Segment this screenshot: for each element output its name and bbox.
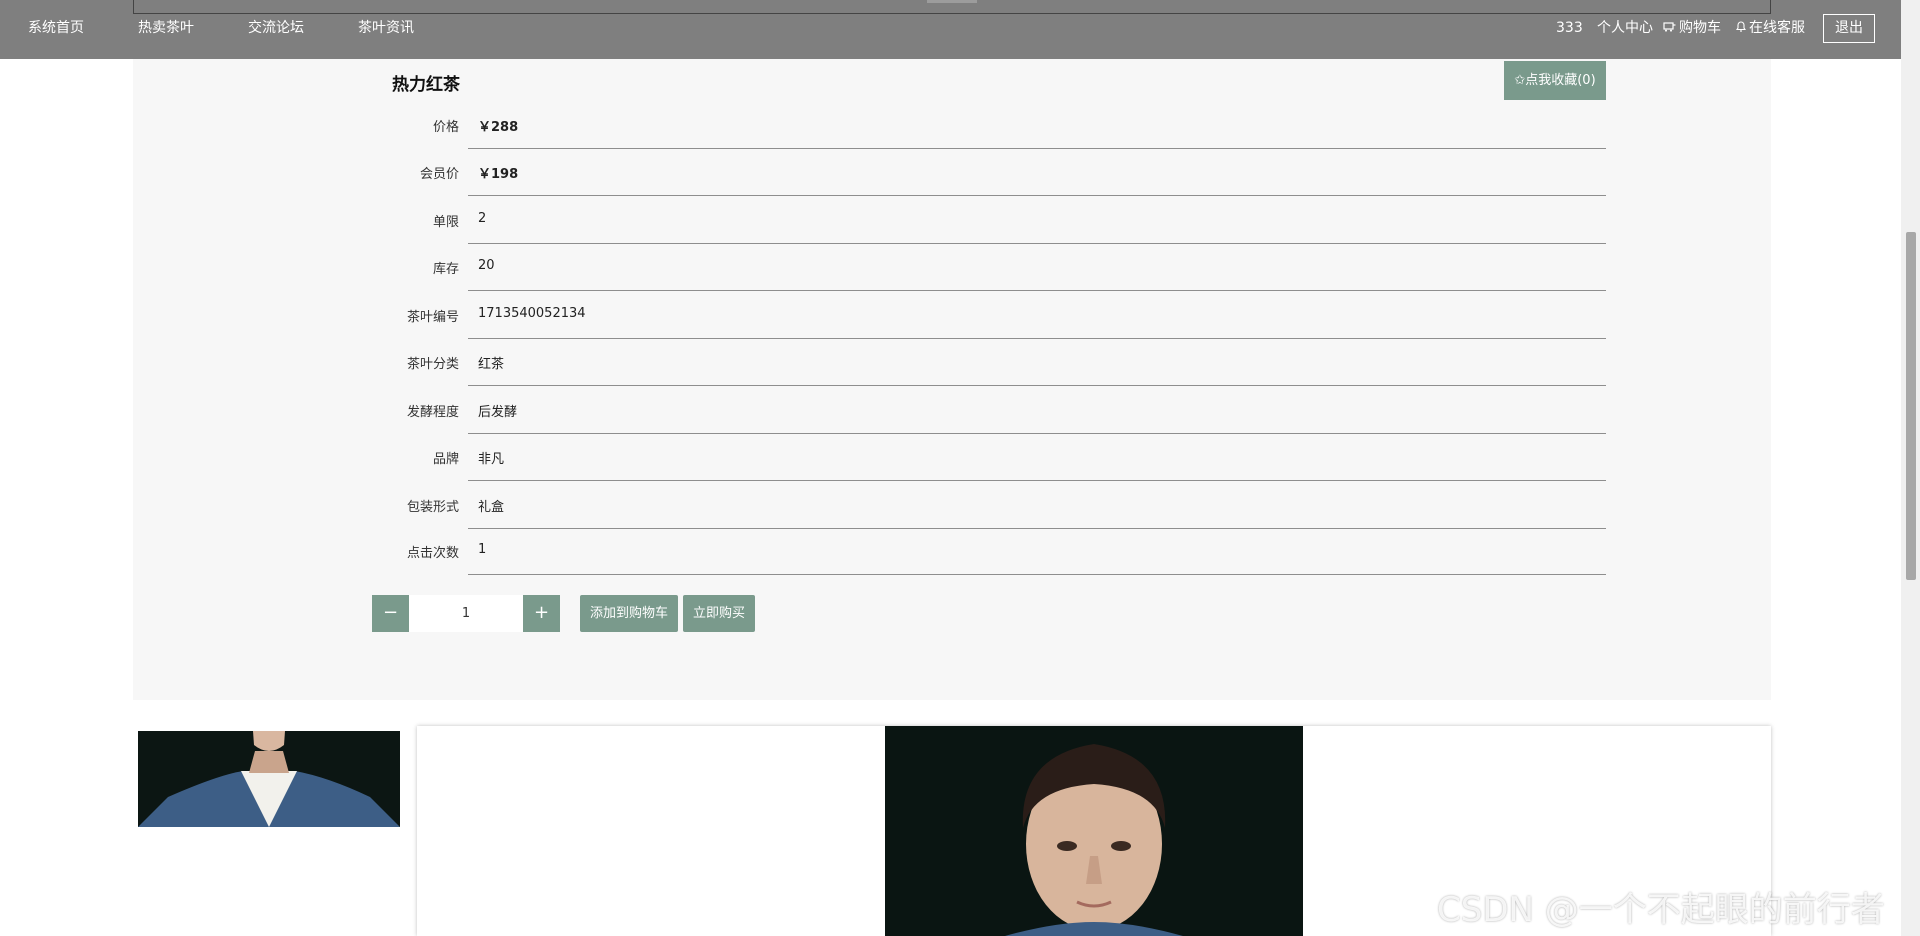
header-tab-marker [927, 0, 977, 3]
detail-label: 会员价 [419, 167, 459, 182]
scrollbar-thumb[interactable] [1906, 232, 1916, 580]
detail-value: 2 [478, 211, 487, 226]
watermark: CSDN @一个不起眼的前行者 [1437, 890, 1885, 930]
detail-row-fermentation: 发酵程度 后发酵 [380, 387, 1606, 434]
detail-row-limit: 单限 2 [380, 197, 1606, 244]
portrait-photo [885, 726, 1303, 936]
nav-home[interactable]: 系统首页 [28, 0, 84, 56]
row-divider [468, 195, 1606, 196]
nav-hot-tea[interactable]: 热卖茶叶 [138, 0, 194, 56]
detail-row-price: 价格 ￥288 [380, 102, 1606, 149]
favorite-button[interactable]: ✩点我收藏(0) [1504, 61, 1606, 100]
nav-service-label: 在线客服 [1749, 20, 1805, 36]
product-thumbnail[interactable] [138, 731, 400, 827]
detail-label: 包装形式 [406, 500, 459, 515]
page-scrollbar[interactable] [1901, 0, 1920, 936]
detail-label: 茶叶分类 [406, 357, 459, 372]
detail-value: 1 [478, 542, 487, 557]
quantity-input[interactable] [409, 595, 523, 632]
detail-label: 品牌 [432, 452, 459, 467]
username: 333 [1556, 20, 1583, 36]
row-divider [468, 290, 1606, 291]
quantity-increase-button[interactable]: + [523, 595, 560, 632]
detail-value: ￥198 [478, 167, 519, 182]
detail-row-packaging: 包装形式 礼盒 [380, 482, 1606, 529]
nav-tea-news[interactable]: 茶叶资讯 [358, 0, 414, 56]
row-divider [468, 385, 1606, 386]
detail-value: 后发酵 [478, 405, 518, 420]
detail-label: 库存 [432, 262, 459, 277]
logout-button[interactable]: 退出 [1823, 14, 1875, 43]
detail-label: 茶叶编号 [406, 310, 459, 325]
thumbnail-photo [138, 731, 400, 827]
detail-label: 发酵程度 [406, 405, 459, 420]
detail-value: 1713540052134 [478, 306, 586, 321]
detail-row-tea-category: 茶叶分类 红茶 [380, 339, 1606, 386]
detail-row-brand: 品牌 非凡 [380, 434, 1606, 481]
detail-row-clicks: 点击次数 1 [380, 528, 1606, 575]
main-product-image [885, 726, 1303, 936]
cart-icon [1663, 0, 1676, 56]
detail-value: 非凡 [478, 452, 505, 467]
detail-value: 红茶 [478, 357, 505, 372]
nav-personal-center[interactable]: 个人中心 [1597, 0, 1653, 56]
product-title: 热力红茶 [392, 75, 460, 95]
detail-row-member-price: 会员价 ￥198 [380, 149, 1606, 196]
row-divider [468, 480, 1606, 481]
nav-cart-label: 购物车 [1679, 20, 1721, 36]
nav-cart[interactable]: 购物车 [1663, 0, 1721, 56]
detail-label: 点击次数 [406, 546, 459, 561]
detail-label: 价格 [432, 120, 459, 135]
detail-value: 20 [478, 258, 495, 273]
detail-row-tea-number: 茶叶编号 1713540052134 [380, 292, 1606, 339]
nav-forum[interactable]: 交流论坛 [248, 0, 304, 56]
detail-row-stock: 库存 20 [380, 244, 1606, 291]
bell-icon [1735, 0, 1747, 56]
add-to-cart-button[interactable]: 添加到购物车 [580, 595, 678, 632]
row-divider [468, 574, 1606, 575]
buy-now-button[interactable]: 立即购买 [683, 595, 755, 632]
top-navbar: 系统首页 热卖茶叶 交流论坛 茶叶资讯 333 个人中心 购物车 在线客服 退出 [0, 0, 1901, 59]
nav-online-service[interactable]: 在线客服 [1735, 0, 1805, 56]
detail-label: 单限 [432, 215, 459, 230]
detail-value: ￥288 [478, 120, 519, 135]
detail-value: 礼盒 [478, 500, 505, 515]
quantity-decrease-button[interactable]: − [372, 595, 409, 632]
